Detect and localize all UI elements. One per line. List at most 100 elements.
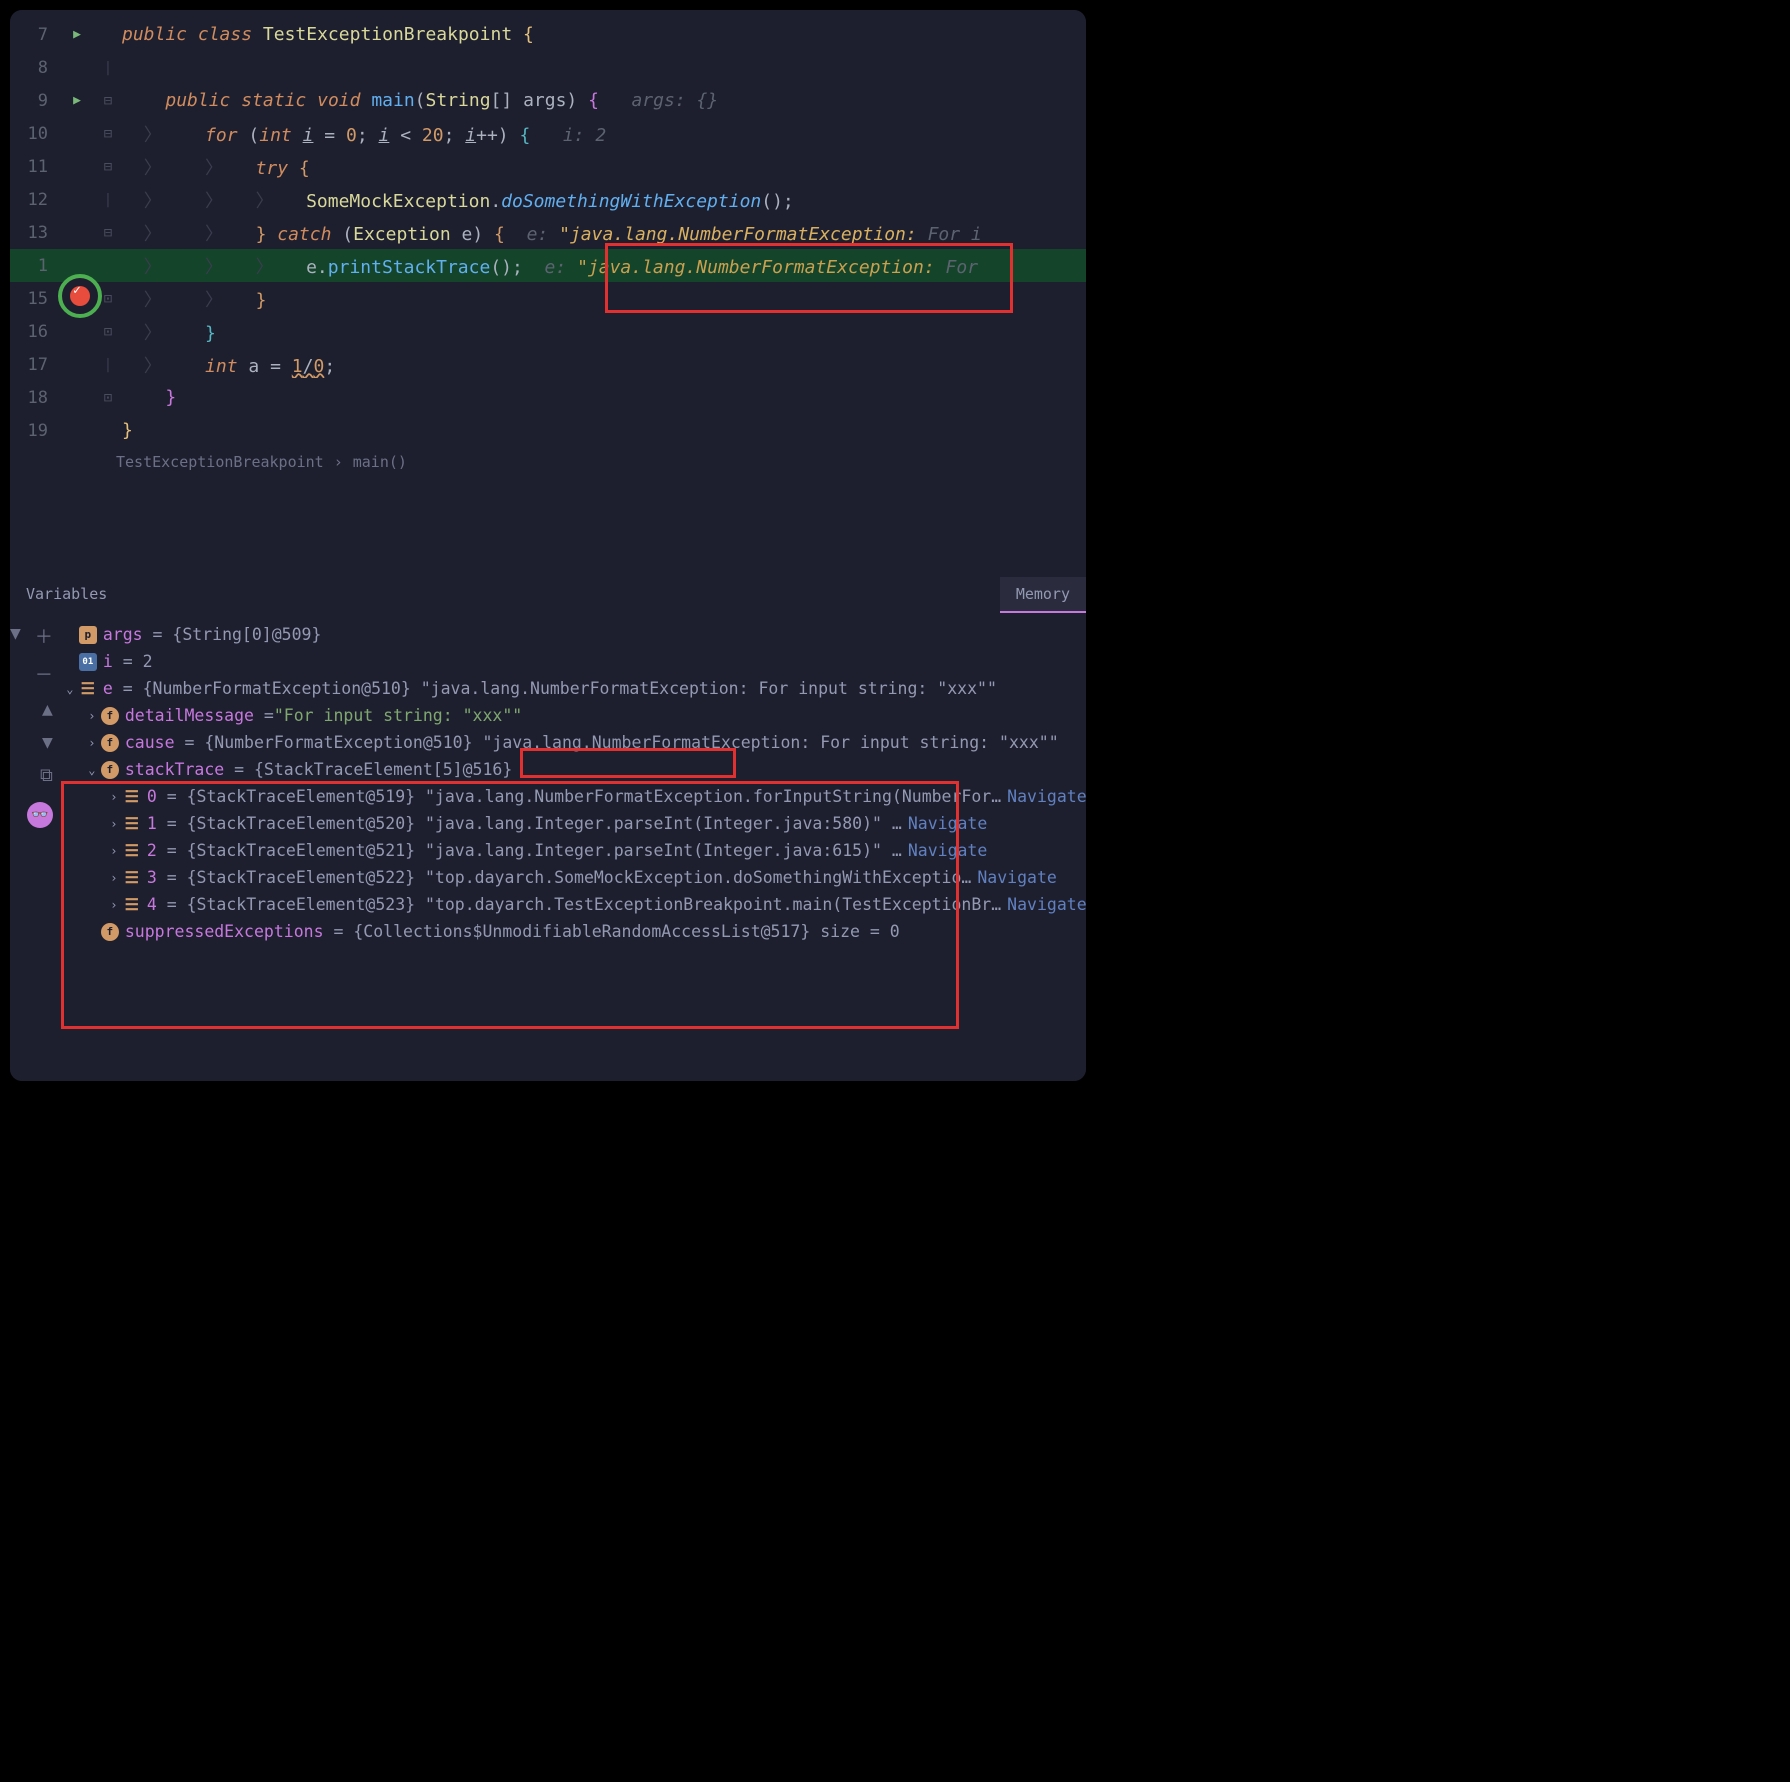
kw-try: try (256, 158, 289, 179)
expander-icon[interactable]: › (105, 817, 123, 831)
line-number: 17 (10, 355, 60, 375)
tab-memory[interactable]: Memory (1000, 577, 1086, 613)
panel-divider[interactable] (10, 477, 1086, 577)
expander-icon[interactable]: › (83, 709, 101, 723)
code-editor[interactable]: 7 ▶ public class TestExceptionBreakpoint… (10, 10, 1086, 477)
var-row-st0[interactable]: › ☰ 0 = {StackTraceElement@519} "java.la… (61, 783, 1086, 810)
var-value: = {StackTraceElement@522} "top.dayarch.S… (167, 868, 972, 887)
expander-icon[interactable]: › (105, 898, 123, 912)
copy-icon[interactable]: ⧉ (40, 765, 53, 786)
var-row-cause[interactable]: › f cause = {NumberFormatException@510} … (61, 729, 1086, 756)
breakpoint-marker[interactable] (58, 274, 102, 318)
arrow-down-icon[interactable]: ▼ (42, 732, 53, 753)
breadcrumb[interactable]: TestExceptionBreakpoint › main() (10, 447, 1086, 477)
expander-icon[interactable]: ⌄ (83, 763, 101, 777)
var-value: = {StackTraceElement@523} "top.dayarch.T… (167, 895, 1001, 914)
kw-int: int (205, 356, 238, 377)
navigate-link[interactable]: Navigate (1007, 895, 1086, 914)
var-value: = {String[0]@509} (153, 625, 322, 644)
code-line[interactable]: 8 | (10, 51, 1086, 84)
var-row-detailMessage[interactable]: › f detailMessage = "For input string: "… (61, 702, 1086, 729)
var-name: 1 (147, 814, 157, 833)
inline-hint-suffix: For (946, 257, 979, 278)
kw-for: for (205, 125, 238, 146)
filter-icon[interactable]: ▼ (10, 623, 21, 649)
breadcrumb-file[interactable]: TestExceptionBreakpoint (116, 453, 324, 471)
line-number: 7 (10, 25, 60, 45)
var-value: = {Collections$UnmodifiableRandomAccessL… (333, 922, 899, 941)
var-value: = {StackTraceElement@520} "java.lang.Int… (167, 814, 902, 833)
method-call: printStackTrace (328, 257, 491, 278)
fold-marker[interactable]: ⊡ (94, 390, 122, 406)
kw-public: public (165, 90, 230, 111)
field-badge-icon: f (101, 707, 119, 725)
var-row-st3[interactable]: › ☰ 3 = {StackTraceElement@522} "top.day… (61, 864, 1086, 891)
method-call: doSomethingWithException (501, 191, 761, 212)
code-line-current[interactable]: 1 〉 〉 〉 e.printStackTrace(); e: "java.la… (10, 249, 1086, 282)
line-number: 18 (10, 388, 60, 408)
kw-void: void (317, 90, 360, 111)
fold-marker[interactable]: ⊟ (94, 93, 122, 109)
var-row-i[interactable]: 01 i = 2 (61, 648, 1086, 675)
code-line[interactable]: 7 ▶ public class TestExceptionBreakpoint… (10, 18, 1086, 51)
var-row-stackTrace[interactable]: ⌄ f stackTrace = {StackTraceElement[5]@5… (61, 756, 1086, 783)
code-line[interactable]: 15 ⊡ 〉 〉 } (10, 282, 1086, 315)
var-row-args[interactable]: p args = {String[0]@509} (61, 621, 1086, 648)
expander-icon[interactable]: › (105, 871, 123, 885)
expander-icon[interactable]: ⌄ (61, 682, 79, 696)
fold-marker[interactable]: ⊡ (94, 324, 122, 340)
code-line[interactable]: 11 ⊟ 〉 〉 try { (10, 150, 1086, 183)
inline-hint-value: "java.lang.NumberFormatException: (559, 224, 917, 245)
var-name: i (103, 652, 113, 671)
inline-hint: args: {} (631, 90, 718, 111)
inline-hint: i: 2 (563, 125, 606, 146)
kw-static: static (241, 90, 306, 111)
code-line[interactable]: 13 ⊟ 〉 〉 } catch (Exception e) { e: "jav… (10, 216, 1086, 249)
arrow-up-icon[interactable]: ▲ (42, 699, 53, 720)
debug-panel-tabs: Variables Memory (10, 577, 1086, 613)
code-line[interactable]: 9 ▶ ⊟ public static void main(String[] a… (10, 84, 1086, 117)
kw-class: class (198, 24, 252, 45)
var-row-suppressed[interactable]: f suppressedExceptions = {Collections$Un… (61, 918, 1086, 945)
fold-marker[interactable]: ⊟ (94, 126, 122, 142)
code-line[interactable]: 17 | 〉 int a = 1/0; (10, 348, 1086, 381)
code-line[interactable]: 10 ⊟ 〉 for (int i = 0; i < 20; i++) { i:… (10, 117, 1086, 150)
code-line[interactable]: 19 } (10, 414, 1086, 447)
var-e: e (462, 224, 473, 245)
var-row-st4[interactable]: › ☰ 4 = {StackTraceElement@523} "top.day… (61, 891, 1086, 918)
class-name: TestExceptionBreakpoint (263, 24, 512, 45)
array-badge-icon: ☰ (123, 869, 141, 887)
var-row-e[interactable]: ⌄ ☰ e = {NumberFormatException@510} "jav… (61, 675, 1086, 702)
fold-marker[interactable]: ⊟ (94, 159, 122, 175)
var-value: "For input string: "xxx"" (274, 706, 522, 725)
expander-icon[interactable]: › (105, 790, 123, 804)
kw-public: public (122, 24, 187, 45)
var-row-st2[interactable]: › ☰ 2 = {StackTraceElement@521} "java.la… (61, 837, 1086, 864)
breadcrumb-method[interactable]: main() (353, 453, 407, 471)
add-icon[interactable]: ＋ (35, 623, 53, 649)
var-name: 0 (147, 787, 157, 806)
param-badge-icon: p (79, 626, 97, 644)
var-row-st1[interactable]: › ☰ 1 = {StackTraceElement@520} "java.la… (61, 810, 1086, 837)
code-line[interactable]: 18 ⊡ } (10, 381, 1086, 414)
line-number: 13 (10, 223, 60, 243)
fold-marker[interactable]: ⊟ (94, 225, 122, 241)
line-number: 15 (10, 289, 60, 309)
navigate-link[interactable]: Navigate (908, 841, 987, 860)
variables-tree[interactable]: p args = {String[0]@509} 01 i = 2 ⌄ ☰ e … (61, 613, 1086, 1081)
watch-icon[interactable]: 👓 (27, 802, 53, 828)
tab-variables[interactable]: Variables (10, 577, 123, 613)
run-icon[interactable]: ▶ (73, 27, 81, 42)
minus-icon[interactable]: － (35, 661, 53, 687)
var-value: = {StackTraceElement@521} "java.lang.Int… (167, 841, 902, 860)
var-name: cause (125, 733, 175, 752)
field-badge-icon: f (101, 923, 119, 941)
navigate-link[interactable]: Navigate (908, 814, 987, 833)
run-icon[interactable]: ▶ (73, 93, 81, 108)
expander-icon[interactable]: › (105, 844, 123, 858)
expander-icon[interactable]: › (83, 736, 101, 750)
navigate-link[interactable]: Navigate (977, 868, 1056, 887)
code-line[interactable]: 16 ⊡ 〉 } (10, 315, 1086, 348)
navigate-link[interactable]: Navigate (1007, 787, 1086, 806)
code-line[interactable]: 12 | 〉 〉 〉 SomeMockException.doSomething… (10, 183, 1086, 216)
